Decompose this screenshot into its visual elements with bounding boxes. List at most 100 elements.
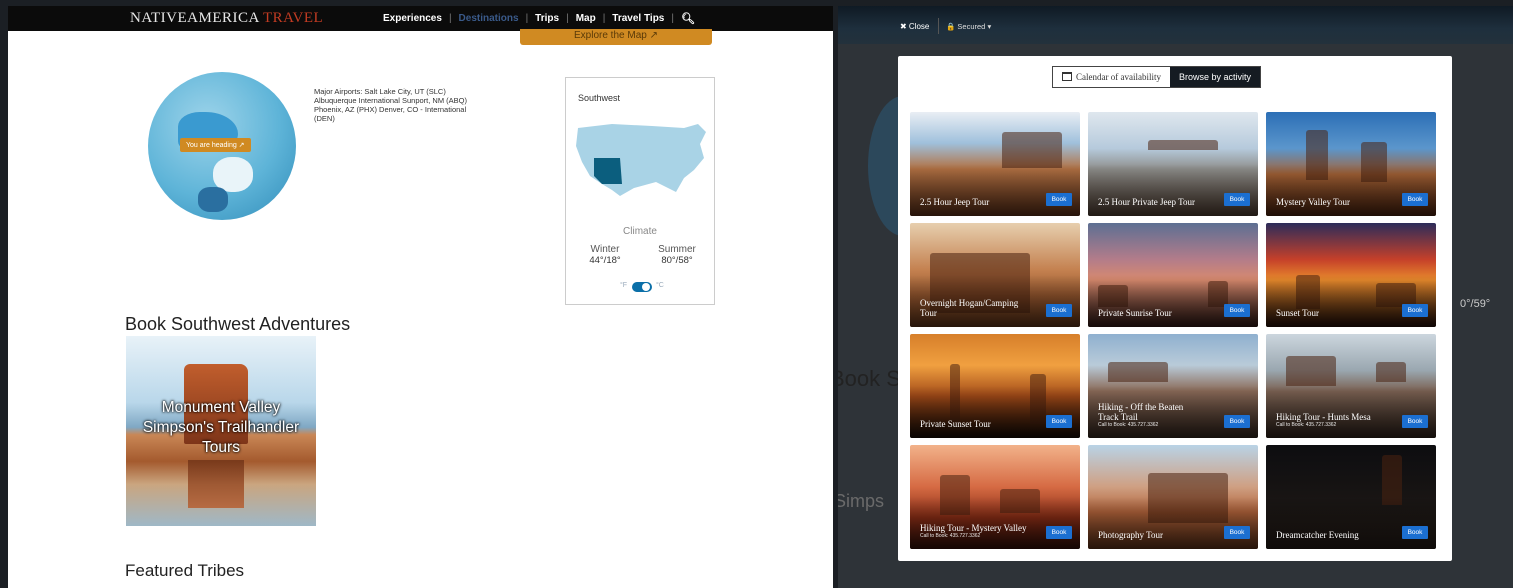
secured-dropdown[interactable]: 🔒 Secured ▾	[946, 22, 991, 31]
book-button[interactable]: Book	[1402, 526, 1428, 539]
activity-card[interactable]: Hiking Tour - Hunts Mesa Call to Book: 43…	[1266, 334, 1436, 438]
nav-separator: |	[448, 13, 452, 24]
activity-view-button[interactable]: Browse by activity	[1169, 67, 1260, 87]
card-shade	[1266, 164, 1436, 216]
activity-title-text: Overnight Hogan/Camping Tour	[920, 298, 1019, 318]
activity-call-note: Call to Book: 435.727.3362	[1098, 422, 1159, 428]
nav-destinations[interactable]: Destinations	[459, 13, 519, 24]
toggle-knob	[642, 283, 650, 291]
summer-temp: 80°/58°	[661, 255, 693, 266]
card-shade	[1088, 275, 1258, 327]
book-button[interactable]: Book	[1402, 304, 1428, 317]
climate-label: Climate	[623, 226, 657, 237]
activity-title-text: Photography Tour	[1098, 530, 1163, 540]
overlay-top-bar: ✖ Close 🔒 Secured ▾	[838, 6, 1513, 44]
calendar-view-label: Calendar of availability	[1076, 72, 1161, 82]
landscape-feature	[1148, 140, 1218, 150]
activity-card[interactable]: Overnight Hogan/Camping Tour Book	[910, 223, 1080, 327]
view-toggle: Calendar of availability Browse by activ…	[1052, 66, 1261, 88]
card-shade	[1266, 497, 1436, 549]
landscape-feature	[1376, 362, 1406, 382]
activity-title-text: Hiking - Off the Beaten Track Trail	[1098, 402, 1184, 422]
search-icon[interactable]: 🔍︎	[681, 12, 695, 25]
winter-label: Winter	[590, 244, 620, 255]
close-button[interactable]: ✖ Close	[900, 22, 929, 31]
unit-fahrenheit: °F	[620, 282, 628, 289]
activity-title-text: Mystery Valley Tour	[1276, 197, 1351, 207]
nav-separator: |	[566, 13, 569, 24]
landscape-feature	[1108, 362, 1168, 382]
region-card: Southwest Climate Winter 44°/18° Summer …	[565, 77, 715, 305]
background-temp: 0°/59°	[1460, 298, 1491, 310]
southwest-highlight	[594, 158, 622, 184]
region-name: Southwest	[578, 93, 621, 103]
nav-trips[interactable]: Trips	[535, 13, 559, 24]
us-region-map[interactable]	[572, 118, 712, 204]
activity-card[interactable]: Sunset Tour Book	[1266, 223, 1436, 327]
explore-map-button[interactable]: Explore the Map ↗	[520, 29, 712, 45]
tile-label-line: Monument Valley	[161, 399, 281, 416]
logo-accent: TRAVEL	[262, 10, 324, 26]
activity-modal: Calendar of availability Browse by activ…	[898, 56, 1452, 561]
card-shade	[1088, 164, 1258, 216]
top-navigation: NATIVEAMERICA TRAVEL Experiences | Destin…	[8, 6, 833, 31]
activity-title: Private Sunrise Tour	[1098, 308, 1206, 318]
background-heading: Book S	[838, 366, 901, 391]
book-button[interactable]: Book	[1224, 526, 1250, 539]
activity-card[interactable]: Photography Tour Book	[1088, 445, 1258, 549]
nav-separator: |	[671, 13, 674, 24]
booking-overlay: ✖ Close 🔒 Secured ▾ Book S 0°/59° Simps …	[838, 6, 1513, 588]
activity-title: Dreamcatcher Evening	[1276, 530, 1384, 540]
book-button[interactable]: Book	[1224, 193, 1250, 206]
activity-card[interactable]: 2.5 Hour Private Jeep Tour Book	[1088, 112, 1258, 216]
activity-card[interactable]: Mystery Valley Tour Book	[1266, 112, 1436, 216]
book-button[interactable]: Book	[1046, 304, 1072, 317]
bar-separator	[938, 18, 939, 34]
card-shade	[1266, 275, 1436, 327]
tile-label-line: Simpson's Trailhandler	[142, 419, 300, 436]
calendar-view-button[interactable]: Calendar of availability	[1053, 67, 1170, 87]
activity-title-text: Hiking Tour - Hunts Mesa	[1276, 412, 1371, 422]
nav-travel-tips[interactable]: Travel Tips	[612, 13, 664, 24]
book-button[interactable]: Book	[1402, 415, 1428, 428]
activity-card[interactable]: Private Sunrise Tour Book	[1088, 223, 1258, 327]
activity-card[interactable]: Dreamcatcher Evening Book	[1266, 445, 1436, 549]
tile-label-line: Tours	[202, 439, 240, 456]
nav-map[interactable]: Map	[576, 13, 596, 24]
winter-climate: Winter 44°/18°	[580, 244, 630, 266]
book-button[interactable]: Book	[1402, 193, 1428, 206]
activity-title: Hiking - Off the Beaten Track Trail Call …	[1098, 402, 1206, 429]
book-button[interactable]: Book	[1046, 526, 1072, 539]
activity-title-text: Sunset Tour	[1276, 308, 1319, 318]
activity-title: Mystery Valley Tour	[1276, 197, 1384, 207]
activity-title: Private Sunset Tour	[920, 419, 1028, 429]
book-button[interactable]: Book	[1046, 415, 1072, 428]
activity-card[interactable]: Hiking - Off the Beaten Track Trail Call …	[1088, 334, 1258, 438]
nav-separator: |	[602, 13, 606, 24]
globe-location-pin[interactable]: You are heading ↗	[180, 138, 251, 152]
activity-title: Overnight Hogan/Camping Tour	[920, 298, 1028, 318]
activity-card[interactable]: Private Sunset Tour Book	[910, 334, 1080, 438]
temperature-unit-toggle[interactable]: °F °C	[620, 281, 666, 293]
book-button[interactable]: Book	[1046, 193, 1072, 206]
summer-climate: Summer 80°/58°	[652, 244, 702, 266]
activity-title-text: Dreamcatcher Evening	[1276, 530, 1359, 540]
activity-title-text: 2.5 Hour Jeep Tour	[920, 197, 990, 207]
activity-card[interactable]: Hiking Tour - Mystery Valley Call to Book…	[910, 445, 1080, 549]
site-logo[interactable]: NATIVEAMERICA TRAVEL	[130, 10, 323, 27]
activity-card[interactable]: 2.5 Hour Jeep Tour Book	[910, 112, 1080, 216]
landscape-feature	[1286, 356, 1336, 386]
featured-tribes-heading: Featured Tribes	[125, 561, 245, 580]
nav-links: Experiences | Destinations | Trips | Map | T…	[383, 12, 695, 25]
card-shade	[910, 164, 1080, 216]
activity-title-text: Private Sunrise Tour	[1098, 308, 1172, 318]
card-shade	[1088, 497, 1258, 549]
book-button[interactable]: Book	[1224, 415, 1250, 428]
book-adventures-heading: Book Southwest Adventures	[125, 314, 351, 334]
calendar-icon	[1062, 72, 1072, 81]
activity-title: Photography Tour	[1098, 530, 1206, 540]
nav-experiences[interactable]: Experiences	[383, 13, 442, 24]
tour-operator-tile[interactable]: Monument Valley Simpson's Trailhandler T…	[126, 336, 316, 526]
book-button[interactable]: Book	[1224, 304, 1250, 317]
activity-call-note: Call to Book: 435.727.3362	[1276, 422, 1337, 428]
